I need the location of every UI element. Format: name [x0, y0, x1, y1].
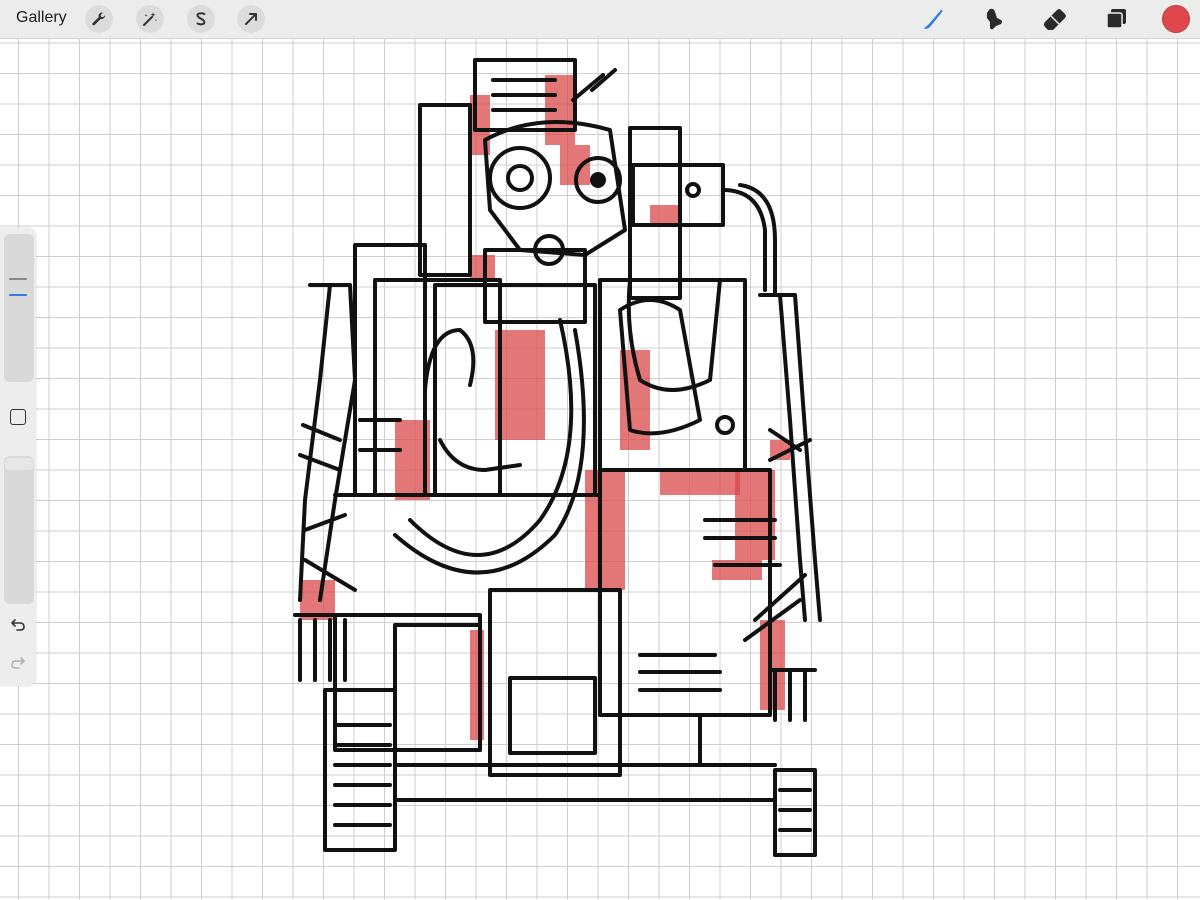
smudge-icon — [986, 8, 1002, 30]
eraser-tool-button[interactable] — [1040, 4, 1070, 34]
left-sidebar — [0, 228, 36, 686]
brush-size-slider[interactable] — [4, 234, 34, 382]
actions-button[interactable] — [85, 5, 113, 33]
brush-tool-button[interactable] — [918, 4, 948, 34]
smudge-tool-button[interactable] — [979, 4, 1009, 34]
selection-button[interactable] — [187, 5, 215, 33]
transform-arrow-icon — [245, 13, 257, 25]
undo-icon — [11, 619, 25, 631]
robot-sketch-artwork — [293, 58, 822, 857]
transform-button[interactable] — [237, 5, 265, 33]
brush-size-handle[interactable] — [9, 278, 27, 280]
redo-icon — [11, 657, 25, 669]
opacity-slider[interactable] — [4, 456, 34, 604]
ink-strokes — [293, 58, 822, 857]
eraser-icon — [1044, 9, 1066, 30]
adjustments-button[interactable] — [136, 5, 164, 33]
top-toolbar: Gallery — [0, 0, 1200, 39]
opacity-handle[interactable] — [5, 458, 33, 470]
magic-wand-icon — [143, 12, 158, 26]
layers-icon — [1106, 9, 1126, 29]
layers-button[interactable] — [1101, 4, 1131, 34]
selection-s-icon — [196, 12, 206, 26]
gallery-button[interactable]: Gallery — [16, 9, 67, 27]
undo-button[interactable] — [9, 616, 27, 634]
brush-size-indicator — [9, 294, 27, 296]
redo-button[interactable] — [9, 654, 27, 672]
wrench-icon — [92, 12, 106, 26]
modify-button[interactable] — [10, 409, 26, 425]
color-swatch-button[interactable] — [1162, 5, 1190, 33]
brush-icon — [924, 9, 943, 29]
